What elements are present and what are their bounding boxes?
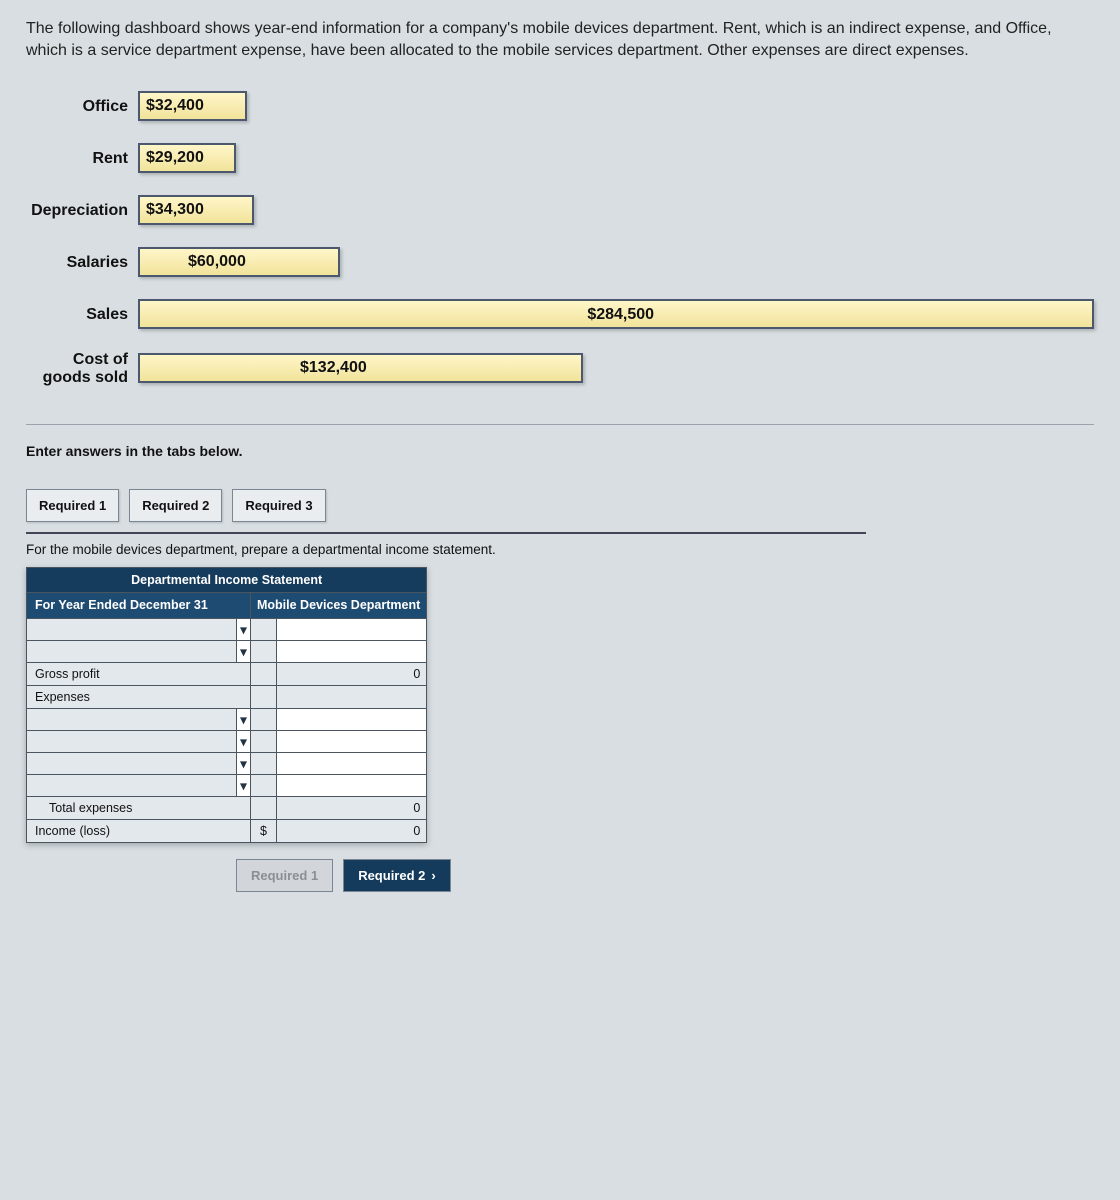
ws-amount-input[interactable] [277,708,427,730]
ws-amount-input[interactable] [277,774,427,796]
tab-underline [26,532,866,534]
ws-row-expense-1: ▾ [27,708,427,730]
ws-gross-profit-value: 0 [277,662,427,685]
ws-amount-input[interactable] [277,730,427,752]
bar-label-salaries: Salaries [30,254,138,272]
currency-symbol: $ [251,819,277,842]
dropdown-icon[interactable]: ▾ [237,774,251,796]
ws-amount-input[interactable] [277,618,427,640]
chevron-right-icon: › [431,868,435,883]
divider [26,424,1094,425]
ws-amount-input[interactable] [277,752,427,774]
bar-value-cogs: $132,400 [300,359,367,377]
ws-row-total-expenses: Total expenses 0 [27,796,427,819]
ws-expense-select[interactable] [27,752,237,774]
ws-total-expenses-value: 0 [277,796,427,819]
ws-expense-select[interactable] [27,730,237,752]
bar-value-depreciation: $34,300 [146,201,204,219]
next-button[interactable]: Required 2› [343,859,451,892]
ws-row-expenses-header: Expenses [27,685,427,708]
intro-text: The following dashboard shows year-end i… [26,18,1066,61]
ws-amount-input[interactable] [277,640,427,662]
tab-required-2[interactable]: Required 2 [129,489,222,522]
bar-label-sales: Sales [30,306,138,324]
ws-row-blank-2: ▾ [27,640,427,662]
requirement-prompt: For the mobile devices department, prepa… [26,542,1094,557]
income-statement-table: Departmental Income Statement For Year E… [26,567,427,842]
ws-label-income-loss: Income (loss) [27,819,251,842]
ws-row-expense-2: ▾ [27,730,427,752]
tab-required-1[interactable]: Required 1 [26,489,119,522]
ws-expense-select[interactable] [27,708,237,730]
bar-label-depreciation: Depreciation [30,202,138,220]
ws-right-header: Mobile Devices Department [251,593,427,618]
dropdown-icon[interactable]: ▾ [237,640,251,662]
ws-row-expense-4: ▾ [27,774,427,796]
ws-expense-select[interactable] [27,774,237,796]
dropdown-icon[interactable]: ▾ [237,618,251,640]
tab-required-3[interactable]: Required 3 [232,489,325,522]
dropdown-icon[interactable]: ▾ [237,752,251,774]
bar-value-salaries: $60,000 [188,253,246,271]
bar-label-cogs: Cost of goods sold [30,351,138,386]
ws-income-loss-value: 0 [277,819,427,842]
ws-row-blank-1: ▾ [27,618,427,640]
dropdown-icon[interactable]: ▾ [237,730,251,752]
ws-row-expense-3: ▾ [27,752,427,774]
ws-row-gross-profit: Gross profit 0 [27,662,427,685]
bar-label-office: Office [30,98,138,116]
ws-title: Departmental Income Statement [27,568,427,593]
ws-account-select[interactable] [27,618,237,640]
ws-label-total-expenses: Total expenses [27,796,251,819]
tab-bar: Required 1 Required 2 Required 3 [26,489,1094,522]
dashboard-bar-chart: Office $32,400 Rent $29,200 Depreciation… [30,91,1094,386]
ws-label-gross-profit: Gross profit [27,662,251,685]
bar-value-rent: $29,200 [146,149,204,167]
ws-row-income-loss: Income (loss) $ 0 [27,819,427,842]
dropdown-icon[interactable]: ▾ [237,708,251,730]
ws-account-select[interactable] [27,640,237,662]
bar-value-sales: $284,500 [587,306,654,324]
ws-label-expenses: Expenses [27,685,251,708]
prev-button[interactable]: Required 1 [236,859,333,892]
enter-answers-msg: Enter answers in the tabs below. [26,443,1094,459]
bar-value-office: $32,400 [146,97,204,115]
bar-label-rent: Rent [30,150,138,168]
ws-left-header: For Year Ended December 31 [27,593,251,618]
